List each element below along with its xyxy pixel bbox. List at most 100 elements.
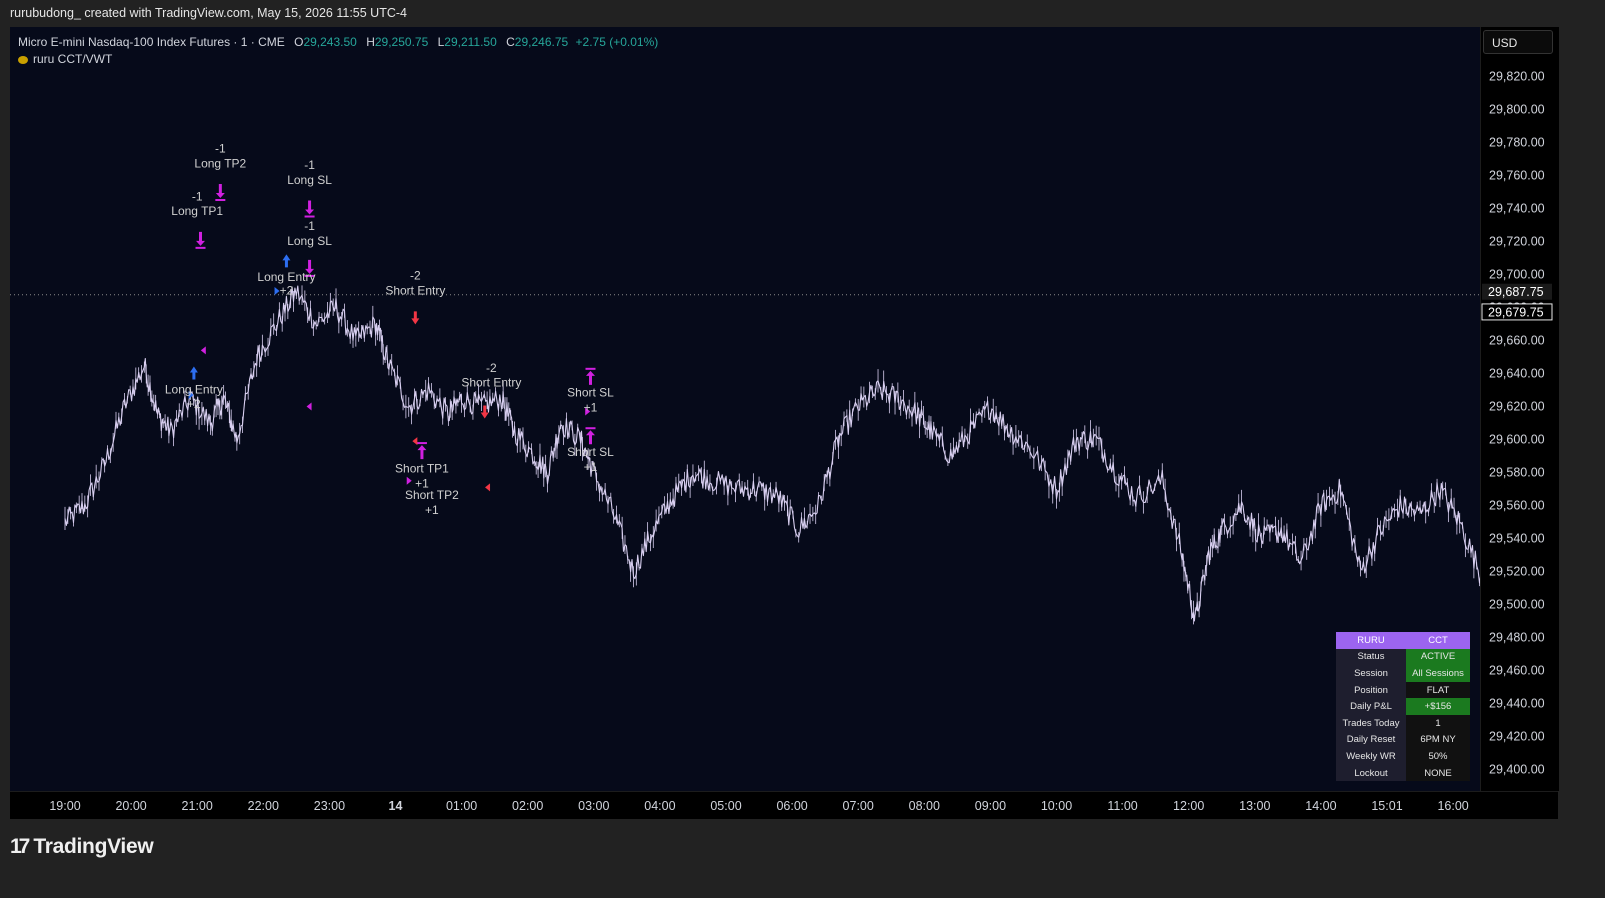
time-tick-label: 01:00 [446,799,477,813]
price-tick-label: 29,820.00 [1489,70,1545,84]
symbol-legend: Micro E-mini Nasdaq-100 Index Futures · … [18,35,658,49]
price-tick-label: 29,780.00 [1489,136,1545,150]
time-tick-label: 03:00 [578,799,609,813]
tradingview-logo-text: TradingView [33,835,154,858]
exit-bar [585,427,596,430]
time-tick-label: 12:00 [1173,799,1204,813]
panel-label: Daily P&L [1336,698,1406,715]
time-tick-label: 19:00 [49,799,80,813]
trade-annotation: +1 [584,460,598,474]
time-tick-label: 06:00 [776,799,807,813]
price-tick-label: 29,560.00 [1489,499,1545,513]
time-axis-svg: 19:00 20:00 21:00 22:00 23:00 14 01:00 02:00 03:… [49,799,1468,813]
price-chart-svg: -1Long TP2-1Long TP1-1Long SL-1Long SLLo… [10,27,1480,791]
time-tick-label: 13:00 [1239,799,1270,813]
symbol-name: Micro E-mini Nasdaq-100 Index Futures · … [18,35,285,49]
trade-annotation: Short TP2 [405,488,459,502]
panel-label: Trades Today [1336,714,1406,732]
time-tick-label: 15:01 [1371,799,1402,813]
trade-annotation: +1 [584,400,598,414]
price-tick-label: 29,700.00 [1489,268,1545,282]
chart-frame: -1 Long TP2 -1 Long TP1 -1 Long SL -1 Long SL Lo… [10,27,1559,819]
panel-label: Position [1336,681,1406,699]
panel-value: NONE [1406,764,1470,782]
price-tick-label: 29,640.00 [1489,367,1545,381]
trade-annotation: Long Entry [165,382,223,396]
trade-annotation: -1 [304,219,315,233]
tradingview-logo-icon: 17 [10,835,30,858]
trade-annotation: Long TP1 [171,204,223,218]
price-tick-label: 29,440.00 [1489,697,1545,711]
indicator-eye-icon [18,55,28,64]
price-tick-label: 29,720.00 [1489,235,1545,249]
time-tick-label: 20:00 [115,799,146,813]
tradingview-logo[interactable]: 17 TradingView [10,835,154,859]
time-tick-label: 22:00 [248,799,279,813]
low-value: 29,211.50 [444,35,497,49]
trade-annotation: -1 [215,141,226,155]
price-tick-label: 29,580.00 [1489,466,1545,480]
panel-value: +$156 [1406,698,1470,715]
panel-label: Lockout [1336,764,1406,782]
trade-annotation: -2 [410,268,421,282]
change-value: +2.75 (+0.01%) [575,35,659,49]
price-tick-label: 29,600.00 [1489,433,1545,447]
time-tick-label: 07:00 [843,799,874,813]
time-tick-label: 08:00 [909,799,940,813]
time-tick-label: 23:00 [314,799,345,813]
price-tick-label: 29,420.00 [1489,730,1545,744]
trade-annotation: Short Entry [385,283,445,297]
trade-annotation: Long Entry [257,270,315,284]
trade-annotation: Short SL [567,445,614,459]
price-tick-label: 29,760.00 [1489,169,1545,183]
price-tick-label: 29,740.00 [1489,202,1545,216]
trade-annotation: +2 [280,283,294,297]
price-tick-label: 29,520.00 [1489,565,1545,579]
exit-bar [585,367,596,370]
time-tick-label: 16:00 [1437,799,1468,813]
time-axis[interactable]: 19:00 20:00 21:00 22:00 23:00 14 01:00 02:00 03:… [10,791,1558,819]
price-tick-label: 29,540.00 [1489,532,1545,546]
time-tick-label: 02:00 [512,799,543,813]
close-value: 29,246.75 [514,35,569,49]
indicator-name: ruru CCT/VWT [33,52,113,66]
panel-value: All Sessions [1406,665,1470,682]
price-axis[interactable]: USD 29,820.00 29,800.00 29,780.00 29,760.00… [1480,27,1559,791]
open-value: 29,243.50 [303,35,357,49]
panel-header-left: RURU [1336,632,1406,649]
close-label: C [506,35,515,49]
price-tick-label: 29,660.00 [1489,334,1545,348]
panel-label: Session [1336,665,1406,682]
chart-header: rurubudong_ created with TradingView.com… [10,6,407,20]
price-tick-label: 29,460.00 [1489,664,1545,678]
indicator-legend[interactable]: ruru CCT/VWT [18,52,112,66]
panel-header-right: CCT [1406,632,1470,649]
high-label: H [366,35,375,49]
plot-area[interactable]: -1 Long TP2 -1 Long TP1 -1 Long SL -1 Long SL Lo… [10,27,1480,791]
price-tag-label: 29,687.75 [1488,285,1544,299]
trade-annotation: Short Entry [461,376,521,390]
session-background [10,27,1480,791]
trade-annotation: Long SL [287,173,332,187]
time-tick-label: 05:00 [710,799,741,813]
price-tick-label: 29,480.00 [1489,631,1545,645]
trade-annotation: -1 [304,158,315,172]
price-tick-label: 29,500.00 [1489,598,1545,612]
time-tick-label: 14:00 [1305,799,1336,813]
panel-label: Status [1336,648,1406,666]
time-tick-label: 04:00 [644,799,675,813]
exit-bar [195,246,206,249]
panel-value: FLAT [1406,681,1470,699]
price-tick-label: 29,400.00 [1489,763,1545,777]
panel-label: Weekly WR [1336,748,1406,765]
time-tick-label: 09:00 [975,799,1006,813]
price-tick-label: 29,620.00 [1489,400,1545,414]
trade-annotation: +2 [187,397,201,411]
exit-bar [215,199,226,202]
trade-annotation: -2 [486,361,497,375]
price-tag-label: 29,679.75 [1488,305,1544,319]
panel-value: ACTIVE [1406,648,1470,666]
price-axis-svg: 29,820.00 29,800.00 29,780.00 29,760.00 29,7… [1481,70,1553,777]
exit-bar [304,215,315,218]
exit-bar [416,442,427,445]
